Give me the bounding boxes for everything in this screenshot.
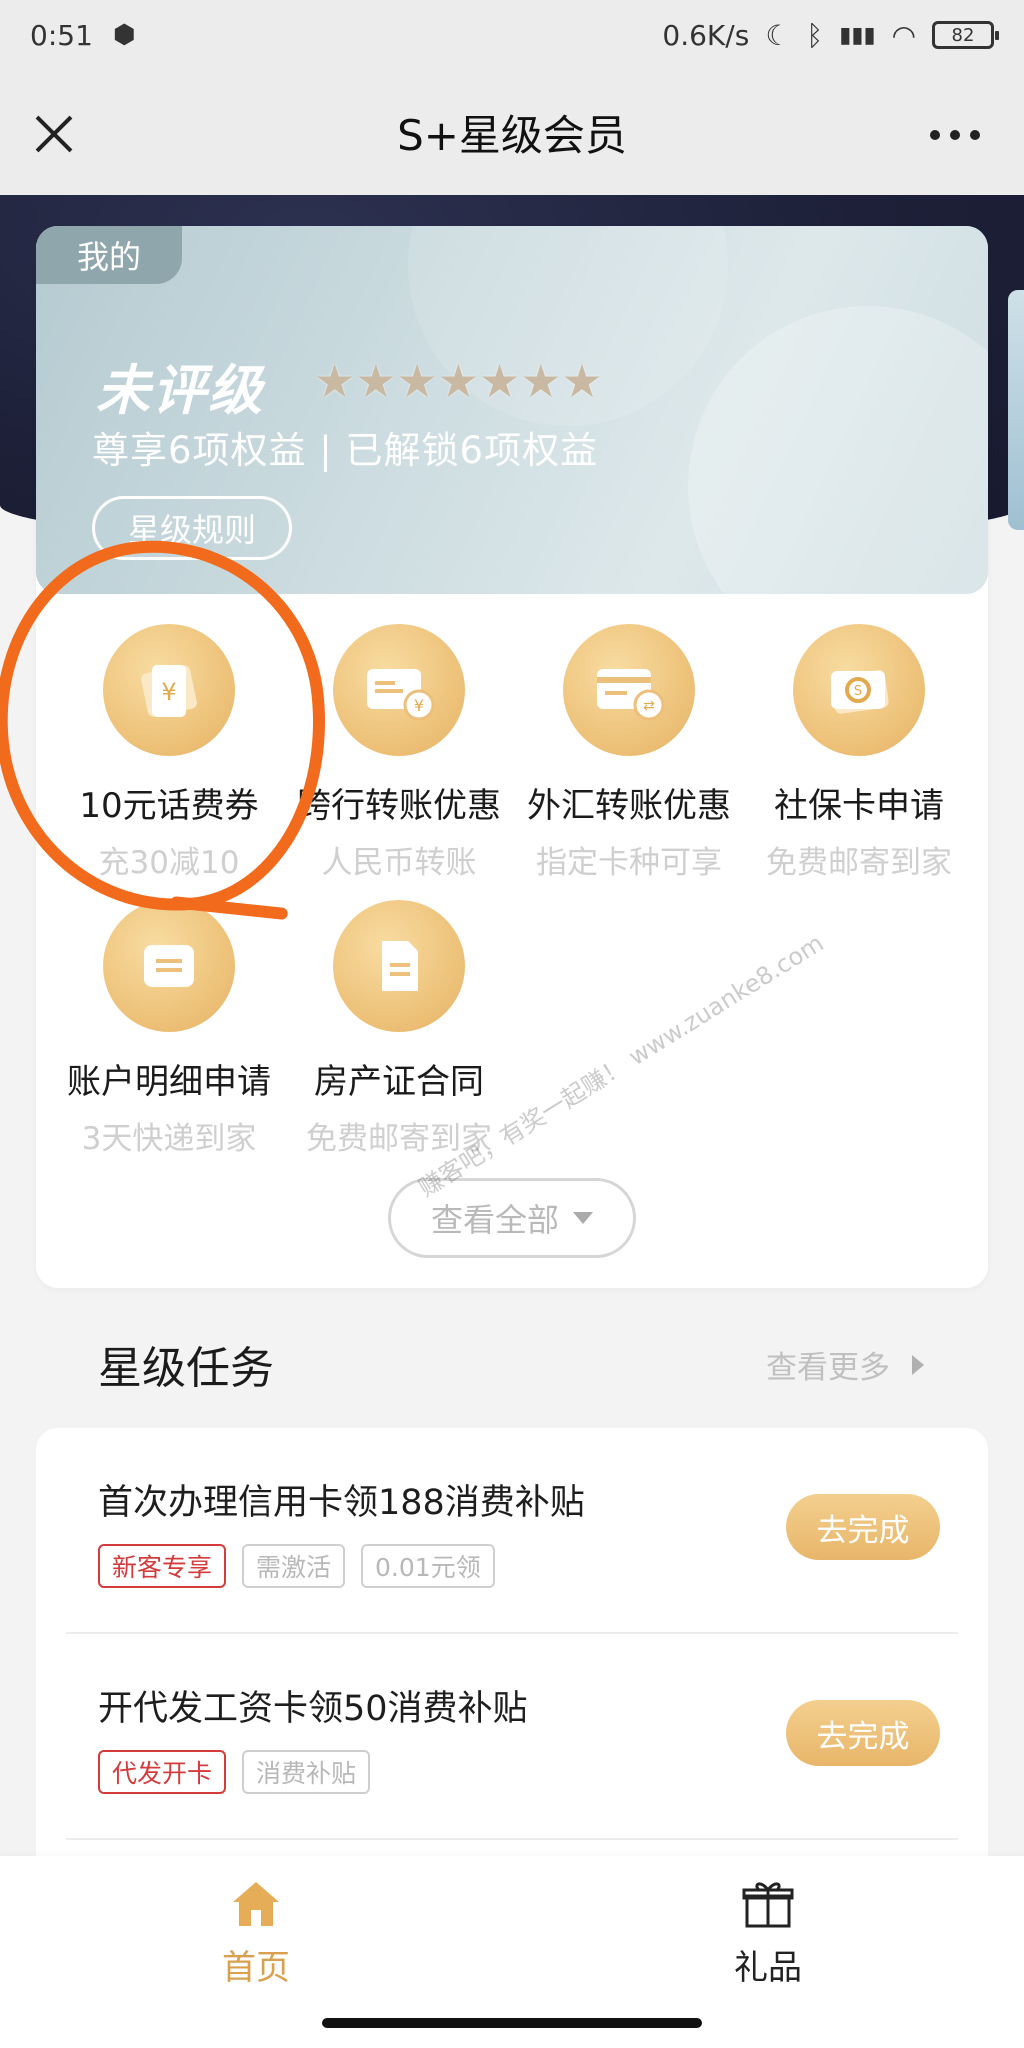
benefit-account-statement[interactable]: 账户明细申请 3天快递到家 — [58, 900, 280, 1158]
task-row: 开代发工资卡领50消费补贴 代发开卡 消费补贴 去完成 — [36, 1634, 988, 1840]
task-row: 首次办理信用卡领188消费补贴 新客专享 需激活 0.01元领 去完成 — [36, 1428, 988, 1634]
wifi-icon: ◠ — [891, 18, 916, 52]
benefit-property-contract[interactable]: 房产证合同 免费邮寄到家 — [288, 900, 510, 1158]
task-tag: 新客专享 — [98, 1544, 227, 1588]
member-card: 我的 未评级 ★★★★★★★ 尊享6项权益 | 已解锁6项权益 星级规则 — [36, 226, 988, 594]
benefit-subtitle: 指定卡种可享 — [536, 845, 722, 881]
document-icon — [333, 900, 465, 1032]
star-rules-button[interactable]: 星级规则 — [92, 496, 292, 560]
status-right: 0.6K/s ☾ ᛒ ▮▮▮ ◠ 82 — [662, 18, 999, 52]
more-options-icon[interactable] — [930, 130, 980, 140]
task-tags: 代发开卡 消费补贴 — [98, 1750, 371, 1794]
task-tag: 代发开卡 — [98, 1750, 227, 1794]
voucher-icon: ¥ — [103, 624, 235, 756]
close-icon[interactable] — [34, 114, 74, 154]
moon-icon: ☾ — [765, 18, 791, 52]
svg-text:¥: ¥ — [161, 678, 176, 706]
complete-task-button[interactable]: 去完成 — [786, 1700, 940, 1766]
chevron-right-icon — [912, 1354, 924, 1375]
tab-home[interactable]: 首页 — [156, 1878, 356, 1989]
view-more-label: 查看更多 — [766, 1350, 890, 1386]
home-indicator[interactable] — [322, 2018, 702, 2028]
status-bar: 0:51 ⬢ 0.6K/s ☾ ᛒ ▮▮▮ ◠ 82 — [0, 0, 1024, 70]
task-tag: 消费补贴 — [242, 1750, 371, 1794]
benefit-forex-transfer[interactable]: ⇄ 外汇转账优惠 指定卡种可享 — [518, 624, 740, 882]
section-title: 星级任务 — [98, 1343, 274, 1394]
task-title: 首次办理信用卡领188消费补贴 — [98, 1483, 585, 1523]
status-time: 0:51 — [30, 18, 93, 52]
message-icon — [103, 900, 235, 1032]
view-all-label: 查看全部 — [430, 1201, 559, 1239]
battery-indicator: 82 — [932, 21, 999, 49]
card-tag: 我的 — [36, 226, 182, 284]
task-tag: 需激活 — [242, 1544, 346, 1588]
complete-task-button[interactable]: 去完成 — [786, 1494, 940, 1560]
app-notification-icon: ⬢ — [112, 20, 136, 50]
benefit-title: 账户明细申请 — [67, 1062, 271, 1102]
nav-bar: S+星级会员 — [0, 70, 1024, 195]
view-more-link[interactable]: 查看更多 — [766, 1342, 924, 1387]
social-security-card-icon: S — [793, 624, 925, 756]
tab-label: 首页 — [222, 1948, 290, 1988]
svg-text:S: S — [854, 684, 862, 699]
next-card-peek[interactable] — [1008, 290, 1024, 530]
gift-icon — [741, 1878, 795, 1930]
benefit-phone-voucher[interactable]: ¥ 10元话费券 充30减10 — [58, 624, 280, 882]
benefit-title: 房产证合同 — [314, 1062, 484, 1102]
benefit-subtitle: 人民币转账 — [321, 845, 477, 881]
benefit-title: 10元话费券 — [79, 786, 259, 826]
card-yuan-icon: ¥ — [333, 624, 465, 756]
benefit-interbank-transfer[interactable]: ¥ 跨行转账优惠 人民币转账 — [288, 624, 510, 882]
chevron-down-icon — [573, 1212, 593, 1224]
benefit-subtitle: 3天快递到家 — [81, 1121, 257, 1157]
benefit-title: 跨行转账优惠 — [297, 786, 501, 826]
page-title: S+星级会员 — [397, 111, 627, 160]
svg-text:⇄: ⇄ — [643, 698, 655, 714]
star-rating: ★★★★★★★ — [314, 354, 603, 408]
benefits-summary: 尊享6项权益 | 已解锁6项权益 — [92, 429, 599, 472]
benefit-social-security-card[interactable]: S 社保卡申请 免费邮寄到家 — [748, 624, 970, 882]
card-decoration — [688, 306, 988, 594]
divider — [66, 1838, 958, 1840]
network-speed: 0.6K/s — [662, 18, 750, 52]
svg-text:¥: ¥ — [414, 696, 424, 715]
task-tag: 0.01元领 — [361, 1544, 495, 1588]
home-icon — [229, 1878, 283, 1930]
benefit-title: 社保卡申请 — [774, 786, 944, 826]
benefit-title: 外汇转账优惠 — [527, 786, 731, 826]
benefit-subtitle: 充30减10 — [98, 845, 240, 881]
view-all-button[interactable]: 查看全部 — [388, 1178, 636, 1258]
card-exchange-icon: ⇄ — [563, 624, 695, 756]
task-title: 开代发工资卡领50消费补贴 — [98, 1689, 528, 1729]
signal-icon: ▮▮▮ — [839, 22, 876, 48]
member-level: 未评级 — [96, 359, 264, 422]
benefit-subtitle: 免费邮寄到家 — [766, 845, 952, 881]
task-tags: 新客专享 需激活 0.01元领 — [98, 1544, 495, 1588]
tab-gifts[interactable]: 礼品 — [668, 1878, 868, 1989]
tab-label: 礼品 — [734, 1948, 802, 1988]
bluetooth-icon: ᛒ — [806, 18, 824, 52]
benefit-subtitle: 免费邮寄到家 — [306, 1121, 492, 1157]
